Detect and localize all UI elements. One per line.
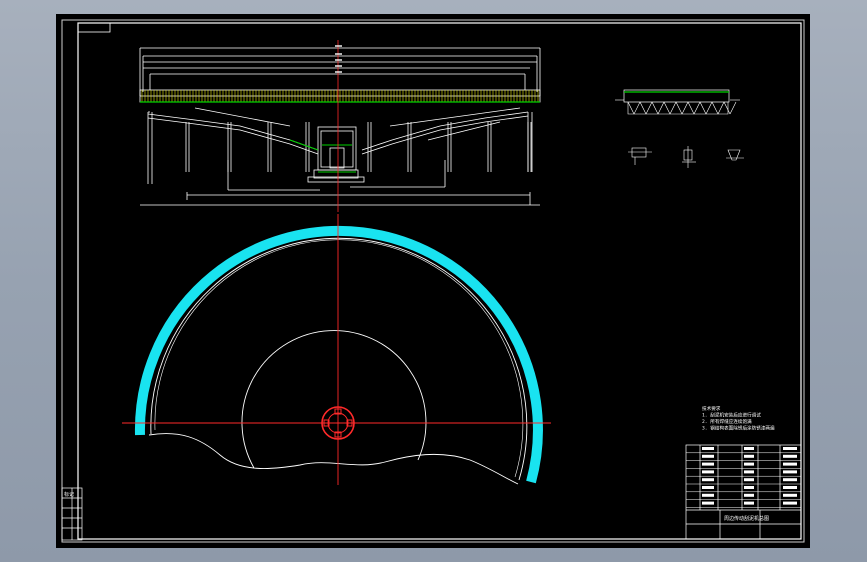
- title-block-entry: [783, 501, 797, 505]
- title-block-entry: [783, 462, 797, 466]
- title-block-entry: [702, 470, 714, 474]
- title-block-entry: [744, 447, 754, 450]
- title-block-entry: [702, 478, 714, 482]
- title-block-entry: [783, 454, 797, 458]
- title-block-entry: [744, 470, 754, 474]
- title-block-entry: [702, 462, 714, 466]
- note-line: 3. 钢结构表面除锈后涂防锈漆两遍: [702, 425, 775, 432]
- title-block-entry: [702, 447, 714, 450]
- title-block-entry: [783, 478, 797, 482]
- title-block-entry: [702, 454, 714, 458]
- title-block-entry: [783, 493, 797, 497]
- note-line: 技术要求: [702, 405, 721, 412]
- title-block-entry: [702, 501, 714, 505]
- drawing-title: 周边传动刮泥机总图: [724, 515, 769, 522]
- title-block-entry: [702, 486, 714, 489]
- title-block-entry: [783, 486, 797, 489]
- title-block-entry: [744, 454, 754, 458]
- title-block-entry: [702, 493, 714, 497]
- title-block-entry: [744, 486, 754, 489]
- title-block-entry: [744, 462, 754, 466]
- revision-label: 标记: [64, 491, 74, 498]
- title-block-entry: [744, 493, 754, 497]
- note-line: 2. 所有焊缝应连续饱满: [702, 418, 752, 425]
- title-block-entry: [783, 470, 797, 474]
- cad-viewport[interactable]: 技术要求1. 刮泥机安装后应进行调试2. 所有焊缝应连续饱满3. 钢结构表面除锈…: [0, 0, 867, 562]
- title-block-entry: [744, 501, 754, 505]
- note-line: 1. 刮泥机安装后应进行调试: [702, 412, 761, 419]
- title-block-entry: [783, 447, 797, 450]
- title-block-entry: [744, 478, 754, 482]
